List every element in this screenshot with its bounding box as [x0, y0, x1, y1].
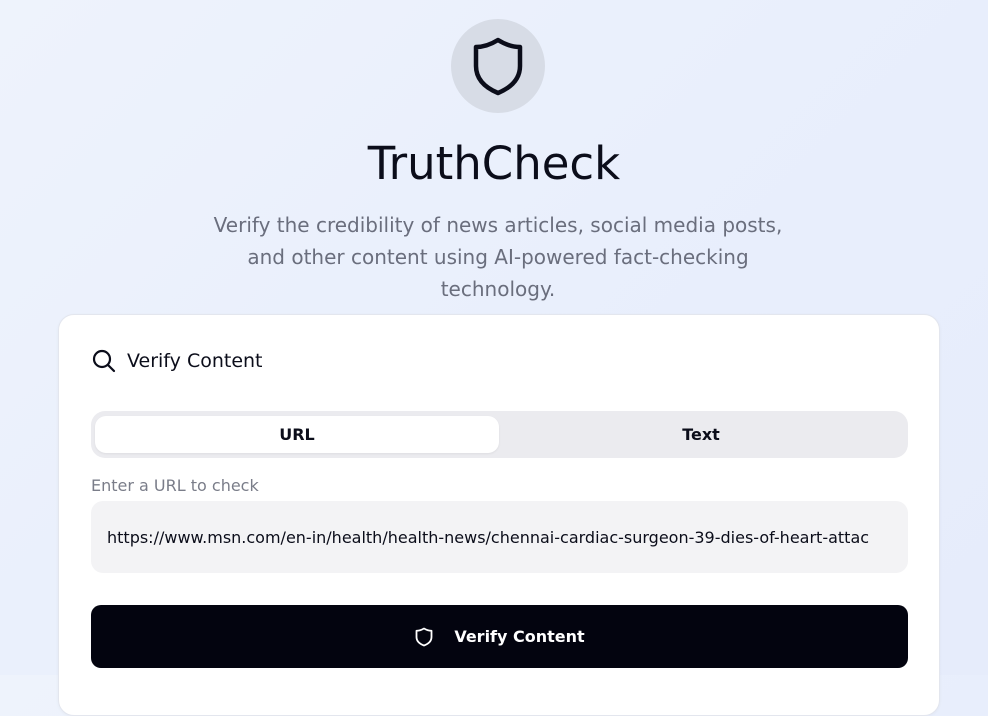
card-title: Verify Content	[127, 350, 263, 372]
verify-content-button[interactable]: Verify Content	[91, 605, 908, 668]
app-subtitle: Verify the credibility of news articles,…	[213, 213, 783, 301]
app-title: TruthCheck	[367, 137, 621, 190]
input-mode-tabs: URL Text	[91, 411, 908, 458]
search-icon	[91, 348, 117, 374]
logo-badge	[451, 19, 545, 113]
verify-button-label: Verify Content	[454, 627, 585, 646]
url-input[interactable]	[91, 501, 908, 573]
url-field-label: Enter a URL to check	[91, 476, 259, 495]
verify-card: Verify Content URL Text Enter a URL to c…	[58, 314, 940, 716]
tab-url[interactable]: URL	[95, 416, 499, 453]
shield-icon	[473, 37, 523, 96]
shield-icon	[414, 627, 434, 647]
tab-text[interactable]: Text	[499, 416, 903, 453]
card-header: Verify Content	[91, 345, 263, 377]
